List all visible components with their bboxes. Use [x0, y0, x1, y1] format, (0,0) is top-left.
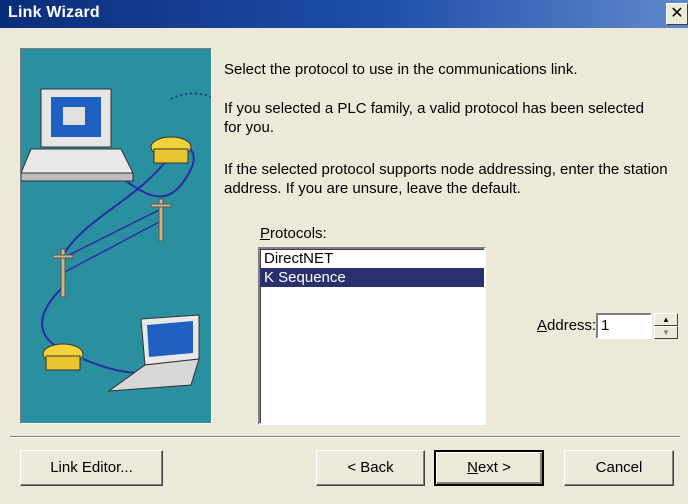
- cancel-button[interactable]: Cancel: [564, 450, 674, 486]
- list-item-selected[interactable]: K Sequence: [260, 268, 484, 287]
- computer-icon: [20, 88, 134, 182]
- window-title: Link Wizard: [8, 4, 100, 21]
- wizard-illustration: [20, 48, 212, 424]
- close-button[interactable]: ✕: [666, 3, 688, 25]
- back-button[interactable]: < Back: [316, 450, 425, 486]
- divider: [10, 436, 680, 438]
- address-spinner[interactable]: ▲ ▼: [654, 313, 678, 339]
- instruction-select-protocol: Select the protocol to use in the commun…: [224, 61, 578, 78]
- address-input[interactable]: 1: [596, 313, 652, 339]
- protocols-label: Protocols:: [260, 225, 327, 242]
- telephone-icon: [150, 136, 192, 164]
- instruction-node-addressing: If the selected protocol supports node a…: [224, 161, 668, 197]
- instruction-plc-family: If you selected a PLC family, a valid pr…: [224, 100, 644, 136]
- close-icon: ✕: [670, 5, 684, 22]
- address-label: Address:: [537, 317, 597, 334]
- next-button[interactable]: Next >: [434, 450, 544, 486]
- protocols-listbox[interactable]: DirectNET K Sequence: [258, 247, 486, 425]
- utility-pole-icon: [52, 198, 172, 298]
- laptop-icon: [107, 314, 200, 392]
- link-editor-button[interactable]: Link Editor...: [20, 450, 163, 486]
- spin-up-icon[interactable]: ▲: [654, 313, 678, 326]
- telephone-icon: [42, 343, 84, 371]
- spin-down-icon[interactable]: ▼: [654, 326, 678, 339]
- title-bar: Link Wizard ✕: [0, 0, 688, 28]
- list-item[interactable]: DirectNET: [260, 249, 484, 268]
